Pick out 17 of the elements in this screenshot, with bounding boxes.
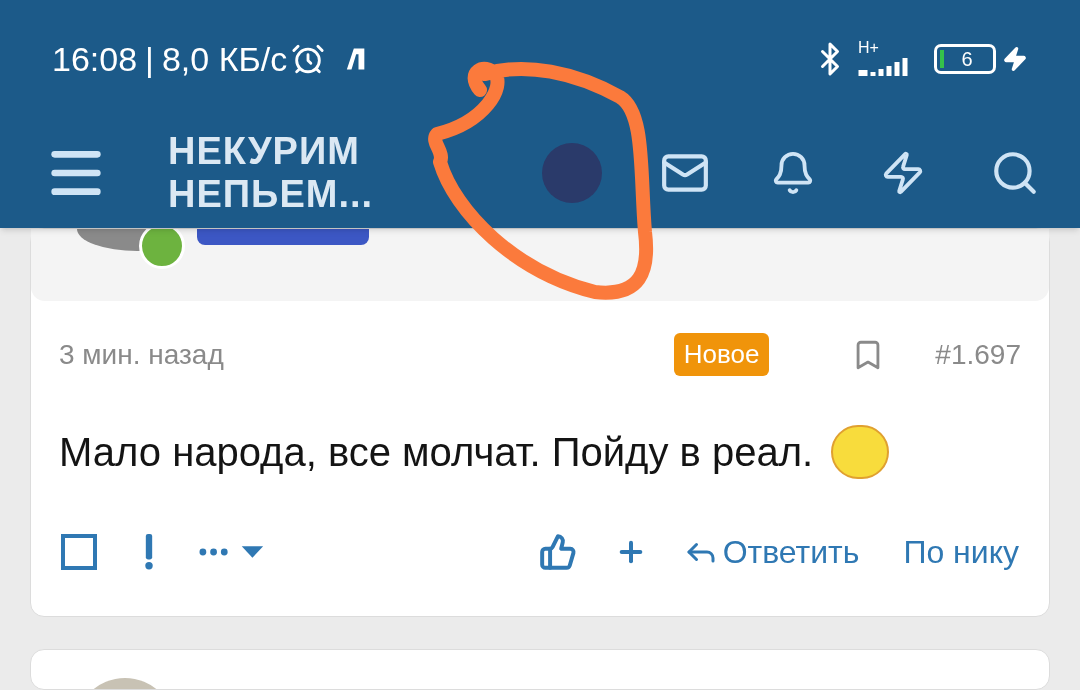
alarm-icon <box>291 42 326 76</box>
report-icon[interactable] <box>143 534 155 570</box>
post-number[interactable]: #1.697 <box>935 333 1021 376</box>
status-separator: | <box>145 38 154 80</box>
post-text: Мало народа, все молчат. Пойду в реал. <box>59 429 814 476</box>
reply-button[interactable]: Ответить <box>682 528 860 576</box>
new-badge: Новое <box>673 333 770 376</box>
status-time: 16:08 <box>52 38 138 80</box>
charging-icon <box>1002 46 1028 72</box>
like-icon[interactable] <box>538 533 577 571</box>
site-title[interactable]: НЕКУРИМ НЕПЬЕМ... <box>168 130 418 216</box>
by-nickname-link[interactable]: По нику <box>903 528 1019 576</box>
post-time[interactable]: 3 мин. назад <box>59 333 224 376</box>
battery-level: 6 <box>960 49 974 69</box>
network-type: H+ <box>858 40 879 56</box>
network-speed: 8,0 КБ/с <box>161 38 288 80</box>
select-checkbox[interactable] <box>61 534 97 570</box>
